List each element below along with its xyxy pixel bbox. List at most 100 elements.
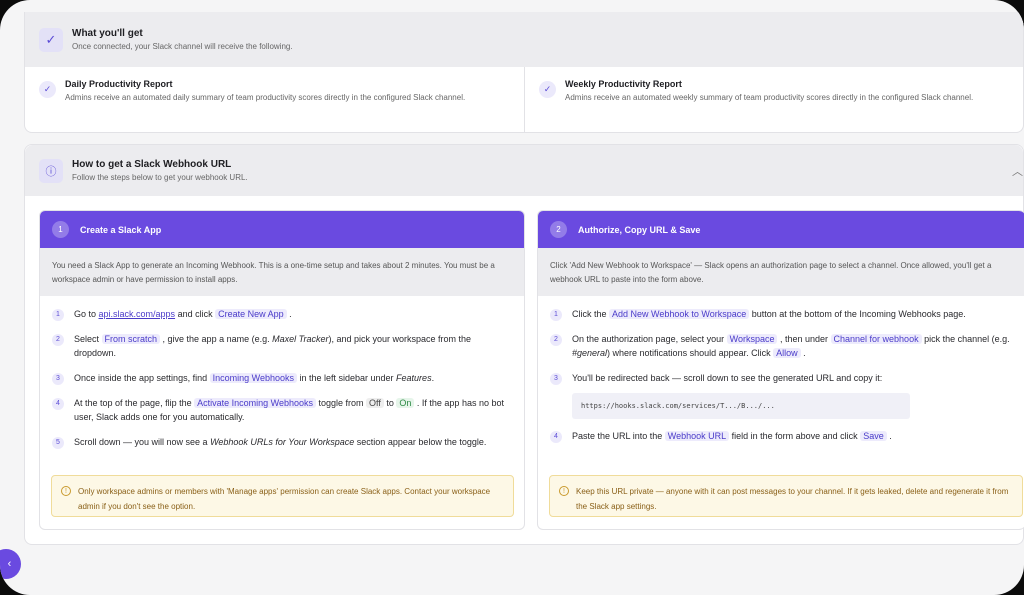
text: and click: [175, 309, 216, 319]
text: , give the app a name (e.g.: [160, 334, 273, 344]
feature-title: Weekly Productivity Report: [565, 79, 682, 89]
text: in the left sidebar under: [296, 373, 397, 383]
feature-list: ✓ Daily Productivity Report Admins recei…: [25, 67, 1023, 132]
warning-icon: !: [559, 486, 569, 496]
what-you-get-subtitle: Once connected, your Slack channel will …: [72, 42, 293, 51]
step-card-create-app: 1 Create a Slack App You need a Slack Ap…: [39, 210, 525, 530]
warning-text: Keep this URL private — anyone with it c…: [576, 487, 1009, 511]
webhook-url-example[interactable]: https://hooks.slack.com/services/T.../B.…: [572, 393, 910, 419]
create-new-app-tag: Create New App: [215, 309, 287, 319]
list-item: 3 You'll be redirected back — scroll dow…: [550, 371, 1013, 385]
content-area: ✓ What you'll get Once connected, your S…: [24, 12, 1024, 545]
list-number: 4: [550, 431, 562, 443]
text: You'll be redirected back — scroll down …: [572, 373, 883, 383]
text: Select: [74, 334, 102, 344]
on-tag: On: [396, 398, 415, 408]
text: At the top of the page, flip the: [74, 398, 195, 408]
step-header: 2 Authorize, Copy URL & Save: [538, 211, 1024, 248]
list-item: 1 Click the Add New Webhook to Workspace…: [550, 307, 1013, 321]
text: button at the bottom of the Incoming Web…: [749, 309, 966, 319]
check-icon: ✓: [39, 81, 56, 98]
from-scratch-tag: From scratch: [101, 334, 161, 344]
check-icon: ✓: [539, 81, 556, 98]
text: ) where notifications should appear. Cli…: [607, 348, 774, 358]
list-item: 2 On the authorization page, select your…: [550, 332, 1013, 360]
webhook-url-tag: Webhook URL: [664, 431, 730, 441]
list-item: 5 Scroll down — you will now see a Webho…: [52, 435, 512, 449]
emphasis: #general: [572, 348, 608, 358]
list-item: 2 Select From scratch , give the app a n…: [52, 332, 512, 360]
workspace-tag: Workspace: [726, 334, 778, 344]
text: toggle from: [316, 398, 367, 408]
text: .: [886, 431, 892, 441]
step-number: 1: [52, 221, 69, 238]
list-number: 1: [52, 309, 64, 321]
text: .: [800, 348, 806, 358]
what-you-get-card: ✓ What you'll get Once connected, your S…: [24, 12, 1024, 133]
list-number: 2: [52, 334, 64, 346]
how-to-webhook-card: ⓘ How to get a Slack Webhook URL Follow …: [24, 144, 1024, 545]
what-you-get-title: What you'll get: [72, 28, 143, 39]
text: to: [383, 398, 397, 408]
text: pick the channel (e.g.: [921, 334, 1010, 344]
check-icon: ✓: [39, 27, 63, 52]
warning-box: ! Only workspace admins or members with …: [51, 475, 514, 517]
incoming-webhooks-tag: Incoming Webhooks: [209, 373, 297, 383]
list-number: 2: [550, 334, 562, 346]
warning-box: ! Keep this URL private — anyone with it…: [549, 475, 1023, 517]
feature-description: Admins receive an automated weekly summa…: [565, 93, 974, 102]
step-number: 2: [550, 221, 567, 238]
info-icon: ⓘ: [39, 158, 63, 183]
chevron-left-icon: ‹: [7, 558, 12, 570]
text: On the authorization page, select your: [572, 334, 727, 344]
text: Paste the URL into the: [572, 431, 665, 441]
list-number: 3: [550, 373, 562, 385]
chevron-up-icon[interactable]: ︿: [1012, 163, 1023, 179]
step-header: 1 Create a Slack App: [40, 211, 524, 248]
text: Go to: [74, 309, 99, 319]
step-intro: Click 'Add New Webhook to Workspace' — S…: [538, 248, 1024, 296]
step-intro: You need a Slack App to generate an Inco…: [40, 248, 524, 296]
how-to-subtitle: Follow the steps below to get your webho…: [72, 173, 248, 182]
step-title: Authorize, Copy URL & Save: [578, 224, 701, 235]
text: Scroll down — you will now see a: [74, 437, 211, 447]
step-list: 1 Go to api.slack.com/apps and click Cre…: [40, 296, 524, 449]
text: , then under: [777, 334, 831, 344]
list-item: 1 Go to api.slack.com/apps and click Cre…: [52, 307, 512, 321]
slack-apps-link[interactable]: api.slack.com/apps: [99, 309, 176, 319]
warning-text: Only workspace admins or members with 'M…: [78, 487, 491, 511]
text: Once inside the app settings, find: [74, 373, 210, 383]
step-list: 1 Click the Add New Webhook to Workspace…: [538, 296, 1024, 443]
code-row: https://hooks.slack.com/services/T.../B.…: [550, 393, 1013, 419]
warning-icon: !: [61, 486, 71, 496]
emphasis: Webhook URLs for Your Workspace: [210, 437, 355, 447]
collapse-sidebar-button[interactable]: ‹: [0, 549, 21, 579]
text: field in the form above and click: [729, 431, 861, 441]
off-tag: Off: [366, 398, 384, 408]
feature-daily-report: ✓ Daily Productivity Report Admins recei…: [25, 67, 524, 132]
step-card-authorize: 2 Authorize, Copy URL & Save Click 'Add …: [537, 210, 1024, 530]
list-number: 1: [550, 309, 562, 321]
emphasis: Features: [396, 373, 432, 383]
feature-title: Daily Productivity Report: [65, 79, 173, 89]
allow-tag: Allow: [773, 348, 801, 358]
text: .: [431, 373, 435, 383]
what-you-get-header: ✓ What you'll get Once connected, your S…: [25, 12, 1023, 67]
how-to-header[interactable]: ⓘ How to get a Slack Webhook URL Follow …: [25, 145, 1023, 196]
text: Click the: [572, 309, 610, 319]
channel-tag: Channel for webhook: [830, 334, 922, 344]
text: section appear below the toggle.: [354, 437, 487, 447]
feature-weekly-report: ✓ Weekly Productivity Report Admins rece…: [524, 67, 1023, 132]
list-number: 5: [52, 437, 64, 449]
how-to-title: How to get a Slack Webhook URL: [72, 159, 232, 170]
app-frame: ✓ What you'll get Once connected, your S…: [0, 0, 1024, 595]
save-tag: Save: [860, 431, 887, 441]
list-number: 3: [52, 373, 64, 385]
list-item: 4 At the top of the page, flip the Activ…: [52, 396, 512, 424]
feature-description: Admins receive an automated daily summar…: [65, 93, 466, 102]
text: .: [286, 309, 292, 319]
emphasis: Maxel Tracker: [272, 334, 329, 344]
step-title: Create a Slack App: [80, 224, 162, 235]
activate-webhooks-tag: Activate Incoming Webhooks: [194, 398, 316, 408]
list-item: 4 Paste the URL into the Webhook URL fie…: [550, 429, 1013, 443]
